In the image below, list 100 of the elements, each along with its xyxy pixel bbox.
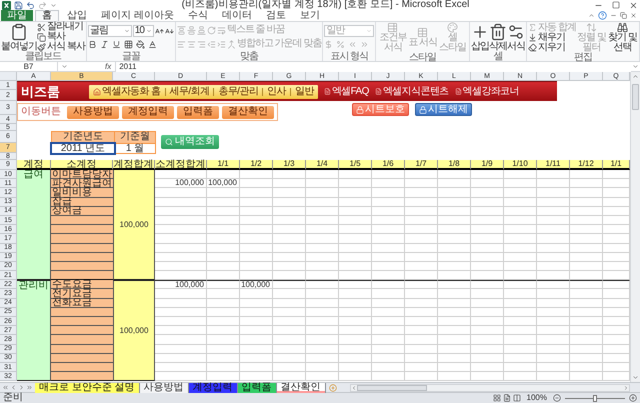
document-icon[interactable] <box>374 88 382 95</box>
trash-icon[interactable] <box>489 22 508 40</box>
format-painter-button[interactable]: 서식 복사 <box>37 42 85 52</box>
navigation-button[interactable]: 결산확인 <box>222 106 274 118</box>
excel-logo-icon[interactable] <box>2 0 11 10</box>
ribbon-tab[interactable]: 삽입 <box>61 10 93 21</box>
maximize-icon[interactable] <box>612 1 620 9</box>
clear-button[interactable]: 지우기 <box>528 42 576 52</box>
document-icon[interactable] <box>324 88 331 95</box>
format-button[interactable]: 서식 <box>507 22 526 52</box>
find-select-button[interactable]: 찾기 및 선택 <box>606 22 638 53</box>
horizontal-scrollbar[interactable] <box>350 384 630 392</box>
menu-link[interactable]: 엑셀자동화 홈 <box>93 86 161 96</box>
shrink-font-icon[interactable] <box>164 26 174 36</box>
insert-sheet-icon[interactable] <box>328 384 337 392</box>
table-cell: 상여금 <box>51 206 113 216</box>
grow-font-icon[interactable] <box>154 26 164 36</box>
zoom-level[interactable]: 100% <box>526 394 547 402</box>
sheet-tab[interactable]: 입력폼 <box>238 382 277 392</box>
next-sheet-icon[interactable] <box>18 384 25 391</box>
sliders-icon[interactable] <box>507 22 526 40</box>
last-sheet-icon[interactable] <box>26 384 33 391</box>
page-break-icon[interactable] <box>512 394 521 402</box>
banner-link[interactable]: 엑셀강좌코너 <box>454 86 520 96</box>
delete-button[interactable]: 삭제 <box>489 22 508 52</box>
bold-icon[interactable] <box>88 40 97 49</box>
ribbon-tab[interactable]: 페이지 레이아웃 <box>95 10 180 21</box>
redo-icon[interactable] <box>38 0 47 10</box>
close-icon[interactable] <box>629 0 638 10</box>
navigation-button[interactable]: 사용방법 <box>67 106 119 118</box>
lock-icon[interactable] <box>356 106 364 114</box>
underline-icon[interactable] <box>112 40 121 49</box>
function-button[interactable]: fx <box>101 62 116 70</box>
banner-link[interactable]: 엑셀FAQ <box>324 86 369 96</box>
font-size-field[interactable]: 10 <box>132 25 154 37</box>
formula-field[interactable]: 2011 <box>115 62 631 72</box>
caret-icon[interactable] <box>146 28 152 34</box>
fill-button[interactable]: 채우기 <box>528 32 576 42</box>
scroll-thumb[interactable] <box>357 384 427 390</box>
ribbon-tab[interactable]: 데이터 <box>216 10 258 21</box>
undo-icon[interactable] <box>26 0 35 10</box>
period-value[interactable]: 2011 년도 <box>52 144 114 152</box>
first-sheet-icon[interactable] <box>2 384 9 391</box>
caret-icon[interactable] <box>124 28 130 34</box>
help-icon[interactable] <box>598 11 607 20</box>
zoom-slider-thumb[interactable] <box>593 394 597 402</box>
navigation-button[interactable]: 계정입력 <box>122 106 174 118</box>
vertical-scrollbar[interactable] <box>630 72 640 382</box>
ribbon-tab[interactable]: 수식 <box>182 10 214 21</box>
scroll-up-icon[interactable] <box>632 73 639 80</box>
ribbon-tab[interactable]: 검토 <box>260 10 292 21</box>
banner-link[interactable]: 엑셀지식콘텐츠 <box>374 86 449 96</box>
sheet-tab[interactable]: 사용방법 <box>140 382 189 392</box>
eraser-icon[interactable] <box>528 43 538 52</box>
copy-icon[interactable] <box>37 32 46 42</box>
previous-sheet-icon[interactable] <box>10 384 17 391</box>
search-icon[interactable] <box>165 138 173 146</box>
lock-icon[interactable] <box>419 106 427 114</box>
insert-button[interactable]: 삽입 <box>471 22 490 52</box>
scroll-down-icon[interactable] <box>632 374 639 381</box>
menu-link[interactable]: 인사 <box>267 86 286 96</box>
ribbon-tab[interactable]: 홈 <box>35 10 59 21</box>
table-cell <box>51 234 113 244</box>
scissors-icon[interactable] <box>37 22 46 32</box>
save-icon[interactable] <box>14 0 23 10</box>
borders-icon[interactable] <box>124 40 133 49</box>
menu-link[interactable]: 일반 <box>294 86 314 96</box>
navigation-button[interactable]: 입력폼 <box>177 106 219 118</box>
zoom-out-icon[interactable] <box>553 394 561 402</box>
ribbon-tab[interactable]: 파일 <box>1 10 33 21</box>
fill-color-icon[interactable] <box>136 40 145 49</box>
restore-icon[interactable] <box>620 12 627 19</box>
expand-icon[interactable] <box>632 63 639 70</box>
menu-link[interactable]: 총무/관리 <box>218 86 258 96</box>
caret-icon[interactable] <box>50 2 57 8</box>
copy-button[interactable]: 복사 <box>37 32 85 42</box>
close-icon[interactable] <box>630 12 637 19</box>
italic-icon[interactable] <box>100 40 109 49</box>
ribbon-tab[interactable]: 보기 <box>294 10 326 21</box>
font-name-field[interactable]: 굴림 <box>88 25 132 37</box>
scroll-thumb[interactable] <box>632 84 639 110</box>
clipboard-icon[interactable] <box>10 22 28 40</box>
zoom-in-icon[interactable] <box>629 394 637 402</box>
paintbrush-icon[interactable] <box>37 42 46 52</box>
arrow-down-icon[interactable] <box>528 33 538 42</box>
sheet-tab[interactable]: 매크로 보안수준 설명 <box>35 382 140 392</box>
caret-icon[interactable] <box>61 63 68 70</box>
cut-button[interactable]: 잘라내기 <box>37 22 85 32</box>
sheet-tab[interactable]: 결산확인 <box>276 382 326 392</box>
page-layout-icon[interactable] <box>502 394 511 402</box>
menu-link[interactable]: 세무/회계 <box>170 86 210 96</box>
normal-view-icon[interactable] <box>492 394 501 402</box>
binoculars-icon[interactable] <box>616 22 628 33</box>
document-icon[interactable] <box>454 88 462 95</box>
logo[interactable]: 비즈룸 <box>21 85 83 98</box>
home-icon[interactable] <box>93 88 101 96</box>
paste-button[interactable]: 붙여넣기 <box>1 22 37 52</box>
collapse-ribbon-icon[interactable] <box>588 12 595 19</box>
font-color-icon[interactable] <box>148 40 157 49</box>
table-cell <box>273 308 306 317</box>
